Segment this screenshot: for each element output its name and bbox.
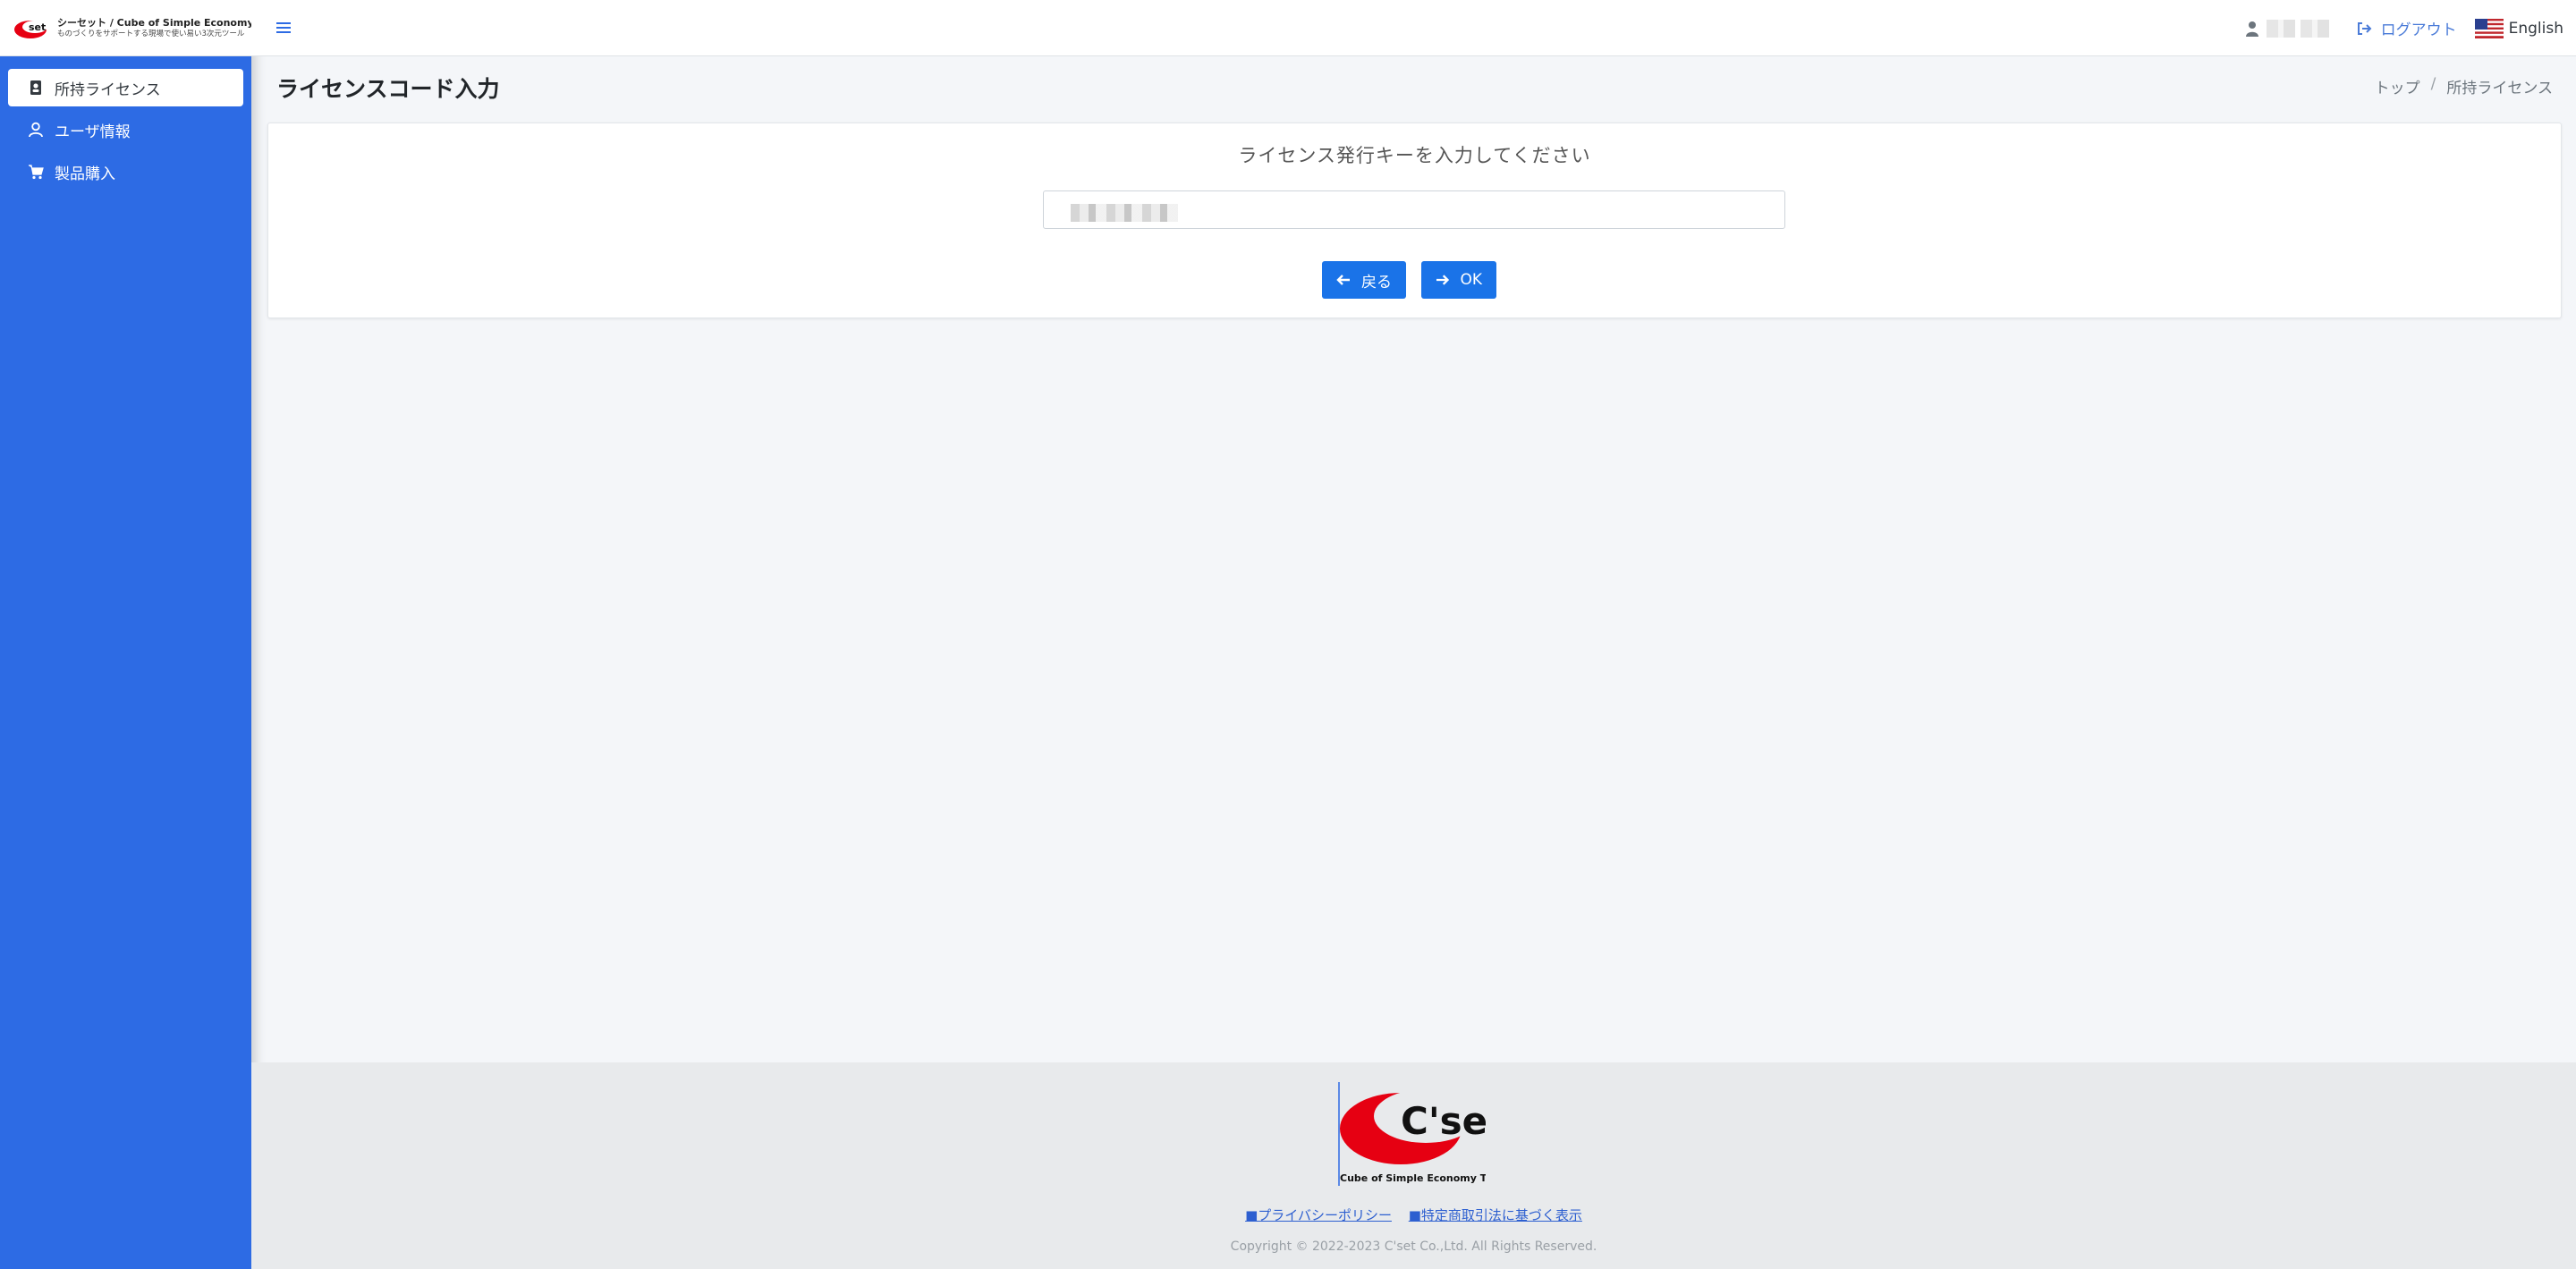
arrow-left-icon bbox=[1336, 275, 1350, 285]
sign-out-icon bbox=[2357, 21, 2372, 35]
cset-logo-icon: set bbox=[14, 21, 47, 38]
footer-links: ■プライバシーポリシー ■特定商取引法に基づく表示 bbox=[251, 1206, 2576, 1224]
breadcrumb-separator: / bbox=[2430, 75, 2436, 93]
sidebar-item-licenses[interactable]: 所持ライセンス bbox=[8, 69, 243, 106]
top-header: ログアウト English bbox=[251, 0, 2576, 56]
user-name-redacted bbox=[2266, 19, 2295, 38]
ok-button-label: OK bbox=[1460, 271, 1482, 289]
brand-title: シーセット / Cube of Simple Economy Tool bbox=[57, 16, 280, 29]
license-input-card: ライセンス発行キーを入力してください 戻る OK bbox=[267, 123, 2562, 318]
sidebar-item-label: ユーザ情報 bbox=[55, 123, 131, 141]
license-key-redacted bbox=[1071, 204, 1178, 222]
back-button-label: 戻る bbox=[1361, 273, 1392, 292]
commercial-law-link[interactable]: ■特定商取引法に基づく表示 bbox=[1409, 1207, 1582, 1223]
ok-button[interactable]: OK bbox=[1421, 261, 1496, 299]
us-flag-icon bbox=[2474, 18, 2504, 38]
svg-text:Cube of Simple Economy Tool: Cube of Simple Economy Tool bbox=[1340, 1172, 1486, 1184]
logout-label: ログアウト bbox=[2380, 21, 2457, 39]
user-name-redacted bbox=[2300, 19, 2329, 38]
language-selector[interactable]: English bbox=[2474, 18, 2563, 38]
logout-link[interactable]: ログアウト bbox=[2356, 17, 2457, 39]
arrow-right-icon bbox=[1436, 275, 1450, 285]
sidebar-item-label: 製品購入 bbox=[55, 165, 115, 183]
svg-text:C'set: C'set bbox=[1401, 1099, 1486, 1143]
privacy-policy-link[interactable]: ■プライバシーポリシー bbox=[1245, 1207, 1392, 1223]
brand-header[interactable]: set シーセット / Cube of Simple Economy Tool … bbox=[0, 0, 279, 56]
sidebar: set シーセット / Cube of Simple Economy Tool … bbox=[0, 0, 279, 1269]
sidebar-item-label: 所持ライセンス bbox=[55, 80, 161, 99]
cart-icon bbox=[29, 165, 44, 180]
license-prompt: ライセンス発行キーを入力してください bbox=[1238, 145, 1591, 166]
brand-subtitle: ものづくりをサポートする現場で使い易い3次元ツール bbox=[57, 29, 245, 38]
hamburger-menu-icon[interactable] bbox=[275, 19, 292, 37]
sidebar-nav: 所持ライセンス ユーザ情報 製品購入 bbox=[0, 56, 251, 207]
id-badge-icon bbox=[30, 80, 41, 95]
page-title: ライセンスコード入力 bbox=[276, 76, 500, 102]
copyright-text: Copyright © 2022-2023 C'set Co.,Ltd. All… bbox=[1230, 1239, 1597, 1254]
user-icon bbox=[29, 122, 43, 138]
language-label: English bbox=[2508, 19, 2563, 38]
user-icon bbox=[2245, 21, 2258, 37]
breadcrumb: トップ / 所持ライセンス bbox=[2375, 75, 2553, 97]
footer: C'set Cube of Simple Economy Tool ■プライバシ… bbox=[251, 1062, 2576, 1269]
sidebar-item-user-info[interactable]: ユーザ情報 bbox=[8, 111, 243, 148]
sidebar-item-purchase[interactable]: 製品購入 bbox=[8, 153, 243, 190]
cset-footer-logo-icon: C'set Cube of Simple Economy Tool bbox=[1338, 1082, 1486, 1186]
breadcrumb-current: 所持ライセンス bbox=[2446, 80, 2553, 97]
svg-text:set: set bbox=[29, 21, 46, 33]
back-button[interactable]: 戻る bbox=[1322, 261, 1406, 299]
breadcrumb-top-link[interactable]: トップ bbox=[2375, 75, 2420, 97]
